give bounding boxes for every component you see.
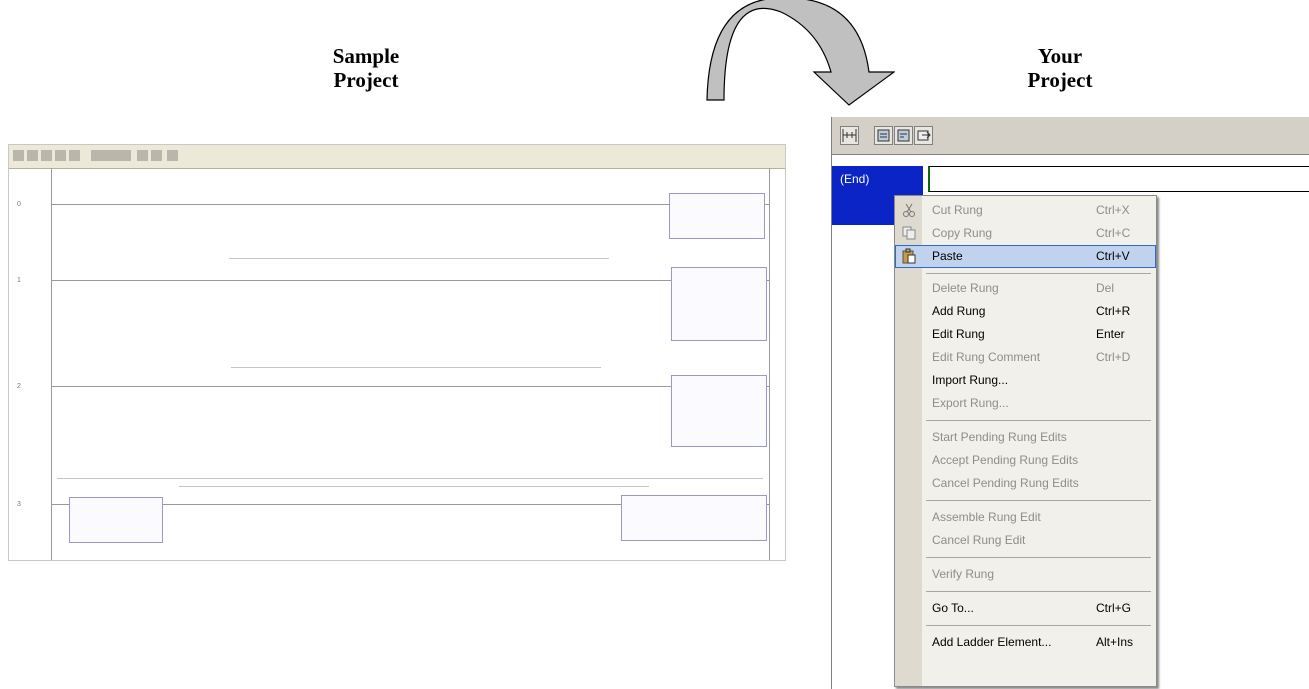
- right-power-rail: [769, 168, 770, 560]
- menu-item-label: Assemble Rung Edit: [932, 510, 1041, 524]
- menu-item-label: Cancel Rung Edit: [932, 533, 1026, 547]
- branch-icon[interactable]: [874, 126, 893, 145]
- curved-arrow-icon: [706, 0, 895, 106]
- rung-number: 0: [17, 201, 21, 208]
- caption-line: Project: [333, 68, 399, 92]
- mov-instruction: [671, 267, 767, 341]
- menu-item-label: Cut Rung: [932, 203, 983, 217]
- menu-item-label: Edit Rung Comment: [932, 350, 1041, 364]
- left-power-rail: [51, 168, 52, 560]
- scissors-icon: [903, 203, 915, 217]
- menu-item-label: Start Pending Rung Edits: [932, 430, 1067, 444]
- menu-item-export-rung[interactable]: Export Rung...: [895, 392, 1156, 415]
- your-project-caption: Your Project: [1000, 44, 1120, 92]
- rung-comment-placeholder: [229, 258, 609, 259]
- menu-item-paste[interactable]: Paste Ctrl+V: [895, 245, 1156, 268]
- end-label: (End): [840, 172, 870, 186]
- menu-item-shortcut: Ctrl+D: [1096, 350, 1131, 364]
- menu-item-label: Import Rung...: [932, 373, 1009, 387]
- rung-line: [51, 386, 769, 387]
- caption-line: Your: [1037, 44, 1083, 68]
- menu-separator: [926, 557, 1151, 558]
- menu-item-import-rung[interactable]: Import Rung...: [895, 369, 1156, 392]
- menu-item-shortcut: Ctrl+R: [1096, 304, 1131, 318]
- menu-item-shortcut: Ctrl+G: [1096, 601, 1132, 615]
- menu-item-add-rung[interactable]: Add Rung Ctrl+R: [895, 300, 1156, 323]
- rung-line: [51, 280, 769, 281]
- menu-item-edit-rung[interactable]: Edit Rung Enter: [895, 323, 1156, 346]
- context-menu: Cut Rung Ctrl+X Copy Rung Ctrl+C Paste C…: [894, 195, 1157, 687]
- menu-separator: [926, 500, 1151, 501]
- menu-item-shortcut: Ctrl+C: [1096, 226, 1131, 240]
- menu-item-verify-rung[interactable]: Verify Rung: [895, 563, 1156, 586]
- menu-item-accept-pending-rung-edits[interactable]: Accept Pending Rung Edits: [895, 449, 1156, 472]
- add-rung-icon[interactable]: [840, 126, 859, 145]
- rung-number: 1: [17, 277, 21, 284]
- rung-comment-placeholder: [57, 478, 763, 479]
- menu-item-label: Add Rung: [932, 304, 986, 318]
- menu-item-shortcut: Del: [1096, 281, 1115, 295]
- rung-comment-placeholder: [179, 486, 649, 487]
- menu-item-shortcut: Alt+Ins: [1096, 635, 1134, 649]
- rung-number: 3: [17, 501, 21, 508]
- equ-instruction: [69, 497, 163, 543]
- rung-number: 2: [17, 383, 21, 390]
- menu-item-delete-rung[interactable]: Delete Rung Del: [895, 277, 1156, 300]
- menu-item-label: Cancel Pending Rung Edits: [932, 476, 1079, 490]
- cop-instruction: [669, 193, 765, 239]
- export-icon[interactable]: [914, 126, 933, 145]
- paste-icon: [902, 248, 916, 264]
- ladder-toolbar: [832, 117, 1309, 155]
- sample-toolbar: [9, 145, 785, 169]
- rung-edit-area[interactable]: [928, 166, 1309, 192]
- branch-level-icon[interactable]: [894, 126, 913, 145]
- menu-item-label: Accept Pending Rung Edits: [932, 453, 1079, 467]
- menu-separator: [926, 420, 1151, 421]
- menu-item-label: Edit Rung: [932, 327, 985, 341]
- menu-item-shortcut: Ctrl+V: [1096, 249, 1130, 263]
- menu-item-label: Export Rung...: [932, 396, 1009, 410]
- menu-item-cancel-rung-edit[interactable]: Cancel Rung Edit: [895, 529, 1156, 552]
- menu-item-start-pending-rung-edits[interactable]: Start Pending Rung Edits: [895, 426, 1156, 449]
- menu-item-label: Go To...: [932, 601, 974, 615]
- menu-separator: [926, 591, 1151, 592]
- caption-line: Sample: [332, 44, 400, 68]
- menu-item-shortcut: Ctrl+X: [1096, 203, 1130, 217]
- copy-icon: [902, 226, 916, 240]
- menu-separator: [926, 625, 1151, 626]
- caption-line: Project: [1027, 68, 1093, 92]
- menu-item-label: Paste: [932, 249, 963, 263]
- menu-item-label: Delete Rung: [932, 281, 999, 295]
- sample-project-caption: Sample Project: [306, 44, 426, 92]
- menu-item-shortcut: Enter: [1096, 327, 1125, 341]
- menu-item-edit-rung-comment[interactable]: Edit Rung Comment Ctrl+D: [895, 346, 1156, 369]
- menu-item-cancel-pending-rung-edits[interactable]: Cancel Pending Rung Edits: [895, 472, 1156, 495]
- rung-line: [51, 204, 769, 205]
- menu-item-add-ladder-element[interactable]: Add Ladder Element... Alt+Ins: [895, 631, 1156, 654]
- menu-item-label: Add Ladder Element...: [932, 635, 1052, 649]
- menu-item-assemble-rung-edit[interactable]: Assemble Rung Edit: [895, 506, 1156, 529]
- menu-separator: [926, 273, 1151, 274]
- rung-comment-placeholder: [231, 367, 601, 368]
- menu-item-label: Verify Rung: [932, 567, 995, 581]
- sample-project-screenshot: 0 1 2 3: [8, 144, 786, 561]
- menu-item-go-to[interactable]: Go To... Ctrl+G: [895, 597, 1156, 620]
- mov-instruction: [671, 375, 767, 447]
- cop-instruction: [621, 495, 767, 541]
- menu-item-cut-rung[interactable]: Cut Rung Ctrl+X: [895, 199, 1156, 222]
- menu-item-copy-rung[interactable]: Copy Rung Ctrl+C: [895, 222, 1156, 245]
- menu-item-label: Copy Rung: [932, 226, 993, 240]
